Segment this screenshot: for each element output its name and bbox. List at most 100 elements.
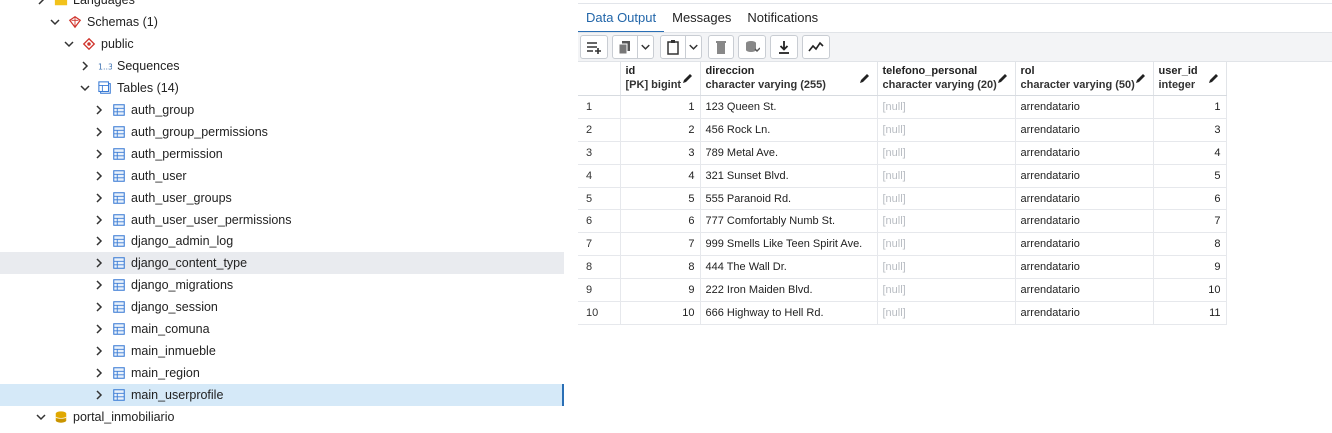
cell-id[interactable]: 8: [620, 255, 701, 280]
table-row[interactable]: 9 9 222 Iron Maiden Blvd. [null] arrendatari…: [578, 278, 1227, 303]
cell-direccion[interactable]: 222 Iron Maiden Blvd.: [700, 278, 878, 303]
cell-telefono[interactable]: [null]: [877, 301, 1016, 325]
chevron-right-icon[interactable]: [93, 214, 105, 226]
chevron-right-icon[interactable]: [35, 0, 47, 6]
edit-pencil-icon[interactable]: [1135, 72, 1147, 84]
cell-rol[interactable]: arrendatario: [1015, 164, 1154, 188]
cell-user-id[interactable]: 10: [1153, 278, 1227, 303]
chevron-down-icon[interactable]: [49, 16, 61, 28]
chevron-right-icon[interactable]: [93, 104, 105, 116]
column-header-rol[interactable]: rol character varying (50): [1015, 62, 1154, 96]
cell-user-id[interactable]: 3: [1153, 118, 1227, 142]
delete-row-button[interactable]: [708, 35, 734, 59]
tree-node-portal-inmobiliario[interactable]: portal_inmobiliario: [0, 406, 564, 428]
chevron-right-icon[interactable]: [93, 279, 105, 291]
tree-node-main-userprofile[interactable]: main_userprofile: [0, 384, 564, 407]
chevron-right-icon[interactable]: [93, 345, 105, 357]
cell-rol[interactable]: arrendatario: [1015, 301, 1154, 325]
table-row[interactable]: 1 1 123 Queen St. [null] arrendatario 1: [578, 95, 1227, 119]
table-row[interactable]: 8 8 444 The Wall Dr. [null] arrendatario 9: [578, 255, 1227, 280]
cell-user-id[interactable]: 8: [1153, 232, 1227, 257]
column-header-direccion[interactable]: direccion character varying (255): [700, 62, 878, 96]
chevron-right-icon[interactable]: [93, 126, 105, 138]
chevron-right-icon[interactable]: [93, 235, 105, 247]
column-header-telefono-personal[interactable]: telefono_personal character varying (20): [877, 62, 1016, 96]
cell-id[interactable]: 7: [620, 232, 701, 257]
cell-id[interactable]: 5: [620, 187, 701, 211]
cell-user-id[interactable]: 5: [1153, 164, 1227, 188]
column-header-id[interactable]: id [PK] bigint: [620, 62, 701, 96]
cell-direccion[interactable]: 666 Highway to Hell Rd.: [700, 301, 878, 325]
cell-id[interactable]: 6: [620, 209, 701, 234]
chevron-down-icon[interactable]: [63, 38, 75, 50]
tree-node-auth-group-permissions[interactable]: auth_group_permissions: [0, 121, 564, 143]
table-row[interactable]: 4 4 321 Sunset Blvd. [null] arrendatario 5: [578, 164, 1227, 188]
save-data-button[interactable]: [738, 35, 766, 59]
tree-node-public[interactable]: public: [0, 33, 564, 55]
tree-node-django-migrations[interactable]: django_migrations: [0, 274, 564, 296]
paste-options-dropdown[interactable]: [686, 35, 702, 59]
cell-user-id[interactable]: 11: [1153, 301, 1227, 325]
cell-direccion[interactable]: 123 Queen St.: [700, 95, 878, 119]
cell-direccion[interactable]: 999 Smells Like Teen Spirit Ave.: [700, 232, 878, 257]
download-button[interactable]: [770, 35, 798, 59]
table-row[interactable]: 6 6 777 Comfortably Numb St. [null] arrendat…: [578, 209, 1227, 234]
cell-direccion[interactable]: 444 The Wall Dr.: [700, 255, 878, 280]
cell-direccion[interactable]: 555 Paranoid Rd.: [700, 187, 878, 211]
table-row[interactable]: 10 10 666 Highway to Hell Rd. [null] arrenda…: [578, 301, 1227, 325]
tree-node-django-admin-log[interactable]: django_admin_log: [0, 230, 564, 252]
edit-pencil-icon[interactable]: [682, 72, 694, 84]
cell-telefono[interactable]: [null]: [877, 118, 1016, 142]
cell-id[interactable]: 4: [620, 164, 701, 188]
graph-visualiser-button[interactable]: [802, 35, 830, 59]
tree-node-main-region[interactable]: main_region: [0, 362, 564, 384]
copy-options-dropdown[interactable]: [638, 35, 654, 59]
tree-node-schemas-1[interactable]: Schemas (1): [0, 11, 564, 33]
chevron-right-icon[interactable]: [93, 301, 105, 313]
add-row-button[interactable]: [580, 35, 608, 59]
cell-id[interactable]: 9: [620, 278, 701, 303]
cell-rol[interactable]: arrendatario: [1015, 278, 1154, 303]
chevron-down-icon[interactable]: [79, 82, 91, 94]
chevron-right-icon[interactable]: [93, 257, 105, 269]
tree-node-languages[interactable]: Languages: [0, 0, 564, 11]
cell-rol[interactable]: arrendatario: [1015, 118, 1154, 142]
cell-telefono[interactable]: [null]: [877, 187, 1016, 211]
tree-node-main-inmueble[interactable]: main_inmueble: [0, 340, 564, 362]
cell-user-id[interactable]: 7: [1153, 209, 1227, 234]
cell-rol[interactable]: arrendatario: [1015, 187, 1154, 211]
tree-node-django-session[interactable]: django_session: [0, 296, 564, 318]
edit-pencil-icon[interactable]: [997, 72, 1009, 84]
cell-id[interactable]: 3: [620, 141, 701, 165]
table-row[interactable]: 3 3 789 Metal Ave. [null] arrendatario 4: [578, 141, 1227, 165]
cell-direccion[interactable]: 777 Comfortably Numb St.: [700, 209, 878, 234]
chevron-right-icon[interactable]: [93, 148, 105, 160]
table-row[interactable]: 5 5 555 Paranoid Rd. [null] arrendatario 6: [578, 187, 1227, 211]
cell-direccion[interactable]: 456 Rock Ln.: [700, 118, 878, 142]
cell-rol[interactable]: arrendatario: [1015, 95, 1154, 119]
tree-node-main-comuna[interactable]: main_comuna: [0, 318, 564, 340]
chevron-right-icon[interactable]: [79, 60, 91, 72]
tree-node-tables-14[interactable]: Tables (14): [0, 77, 564, 99]
cell-user-id[interactable]: 6: [1153, 187, 1227, 211]
tree-node-auth-user-groups[interactable]: auth_user_groups: [0, 187, 564, 209]
tree-node-auth-user-user-permissions[interactable]: auth_user_user_permissions: [0, 209, 564, 231]
column-header-user-id[interactable]: user_id integer: [1153, 62, 1227, 96]
cell-user-id[interactable]: 9: [1153, 255, 1227, 280]
tree-node-auth-group[interactable]: auth_group: [0, 99, 564, 121]
tree-node-django-content-type[interactable]: django_content_type: [0, 252, 564, 275]
chevron-right-icon[interactable]: [93, 367, 105, 379]
cell-user-id[interactable]: 4: [1153, 141, 1227, 165]
cell-telefono[interactable]: [null]: [877, 209, 1016, 234]
tree-node-auth-permission[interactable]: auth_permission: [0, 143, 564, 165]
cell-rol[interactable]: arrendatario: [1015, 255, 1154, 280]
chevron-right-icon[interactable]: [93, 389, 105, 401]
cell-telefono[interactable]: [null]: [877, 232, 1016, 257]
tree-node-schemas[interactable]: Schemas: [0, 428, 564, 433]
cell-rol[interactable]: arrendatario: [1015, 141, 1154, 165]
tab-messages[interactable]: Messages: [664, 6, 739, 31]
table-row[interactable]: 7 7 999 Smells Like Teen Spirit Ave. [null]…: [578, 232, 1227, 257]
chevron-right-icon[interactable]: [93, 170, 105, 182]
chevron-right-icon[interactable]: [93, 323, 105, 335]
tree-node-sequences[interactable]: 1..3 Sequences: [0, 55, 564, 77]
